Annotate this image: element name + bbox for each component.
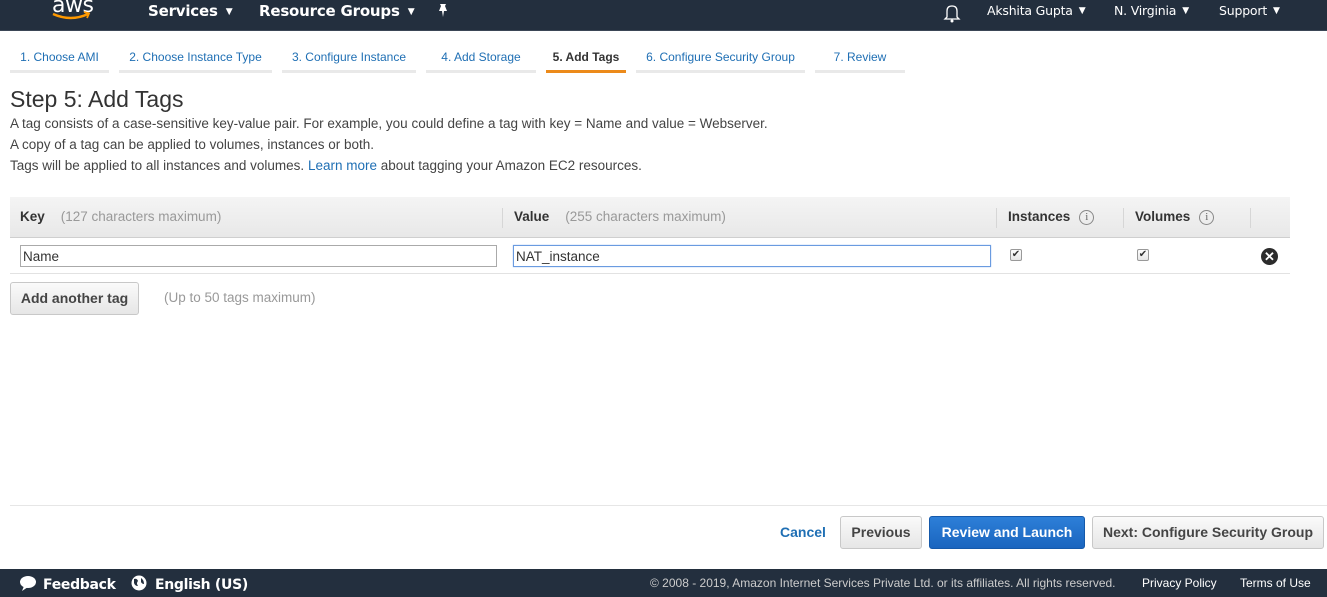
next-configure-security-group-button[interactable]: Next: Configure Security Group xyxy=(1092,516,1324,549)
remove-tag-icon[interactable]: ✕ xyxy=(1261,248,1278,265)
add-another-tag-button[interactable]: Add another tag xyxy=(10,282,139,315)
column-divider xyxy=(1123,208,1124,228)
tab-choose-ami[interactable]: 1. Choose AMI xyxy=(10,46,109,73)
column-volumes-label: Volumes xyxy=(1135,209,1191,224)
column-value-hint: (255 characters maximum) xyxy=(565,209,726,224)
bell-icon[interactable] xyxy=(943,3,961,28)
services-label: Services xyxy=(148,2,218,20)
chevron-down-icon: ▼ xyxy=(1182,6,1189,16)
volumes-checkbox[interactable]: ✔ xyxy=(1137,249,1149,261)
pin-icon[interactable] xyxy=(436,3,450,24)
column-volumes: Volumes i xyxy=(1135,197,1215,238)
chevron-down-icon: ▼ xyxy=(1078,6,1086,16)
tab-add-storage[interactable]: 4. Add Storage xyxy=(426,46,536,73)
tag-limit-note: (Up to 50 tags maximum) xyxy=(164,290,316,305)
resource-groups-label: Resource Groups xyxy=(259,2,400,20)
region-name: N. Virginia xyxy=(1114,3,1177,18)
column-key-label: Key xyxy=(20,209,45,224)
feedback-label: Feedback xyxy=(43,577,116,593)
cancel-link[interactable]: Cancel xyxy=(780,524,826,540)
feedback-button[interactable]: Feedback xyxy=(19,575,116,593)
previous-button[interactable]: Previous xyxy=(840,516,922,549)
language-label: English (US) xyxy=(155,577,248,593)
aws-logo[interactable]: aws xyxy=(50,0,94,28)
footer: Feedback English (US) © 2008 - 2019, Ama… xyxy=(0,569,1327,597)
learn-more-link[interactable]: Learn more xyxy=(308,158,377,173)
tab-review[interactable]: 7. Review xyxy=(815,46,905,73)
region-menu[interactable]: N. Virginia ▼ xyxy=(1114,0,1189,31)
description-line-3: Tags will be applied to all instances an… xyxy=(10,158,642,173)
tab-configure-instance[interactable]: 3. Configure Instance xyxy=(282,46,416,73)
chevron-down-icon: ▼ xyxy=(407,7,415,17)
chevron-down-icon: ▼ xyxy=(225,7,233,17)
instances-checkbox[interactable]: ✔ xyxy=(1010,249,1022,261)
page-title: Step 5: Add Tags xyxy=(10,86,184,112)
column-instances: Instances i xyxy=(1008,197,1095,238)
column-divider xyxy=(996,208,997,228)
user-menu[interactable]: Akshita Gupta ▼ xyxy=(987,0,1086,31)
support-label: Support xyxy=(1219,3,1268,18)
user-name: Akshita Gupta xyxy=(987,3,1073,18)
description-text: Tags will be applied to all instances an… xyxy=(10,158,305,173)
tag-value-input[interactable] xyxy=(513,245,991,267)
info-icon[interactable]: i xyxy=(1079,210,1095,225)
description-text: about tagging your Amazon EC2 resources. xyxy=(380,158,642,173)
column-value-label: Value xyxy=(514,209,550,224)
column-divider xyxy=(502,208,503,228)
divider xyxy=(10,505,1327,506)
aws-smile-icon xyxy=(52,11,91,20)
privacy-policy-link[interactable]: Privacy Policy xyxy=(1142,576,1217,590)
review-and-launch-button[interactable]: Review and Launch xyxy=(929,516,1085,549)
column-value: Value (255 characters maximum) xyxy=(514,197,726,238)
language-selector[interactable]: English (US) xyxy=(131,575,248,593)
column-divider xyxy=(1250,208,1251,228)
terms-of-use-link[interactable]: Terms of Use xyxy=(1240,576,1311,590)
chevron-down-icon: ▼ xyxy=(1273,6,1280,16)
description-line-2: A copy of a tag can be applied to volume… xyxy=(10,137,374,152)
tag-key-input[interactable] xyxy=(20,245,497,267)
tags-table-header: Key (127 characters maximum) Value (255 ch… xyxy=(10,197,1290,238)
speech-bubble-icon xyxy=(20,576,36,591)
resource-groups-menu[interactable]: Resource Groups ▼ xyxy=(259,0,415,31)
tab-add-tags[interactable]: 5. Add Tags xyxy=(546,46,626,73)
tab-choose-instance-type[interactable]: 2. Choose Instance Type xyxy=(119,46,272,73)
table-row: ✔ ✔ ✕ xyxy=(10,238,1290,274)
copyright-text: © 2008 - 2019, Amazon Internet Services … xyxy=(650,576,1116,590)
top-navigation-bar: aws Services ▼ Resource Groups ▼ Akshita G… xyxy=(0,0,1327,31)
column-instances-label: Instances xyxy=(1008,209,1071,224)
globe-icon xyxy=(131,575,147,591)
tab-configure-security-group[interactable]: 6. Configure Security Group xyxy=(636,46,805,73)
column-key-hint: (127 characters maximum) xyxy=(60,209,222,224)
info-icon[interactable]: i xyxy=(1199,210,1215,225)
support-menu[interactable]: Support ▼ xyxy=(1219,0,1280,31)
description-line-1: A tag consists of a case-sensitive key-v… xyxy=(10,116,768,131)
column-key: Key (127 characters maximum) xyxy=(20,197,221,238)
services-menu[interactable]: Services ▼ xyxy=(148,0,233,31)
